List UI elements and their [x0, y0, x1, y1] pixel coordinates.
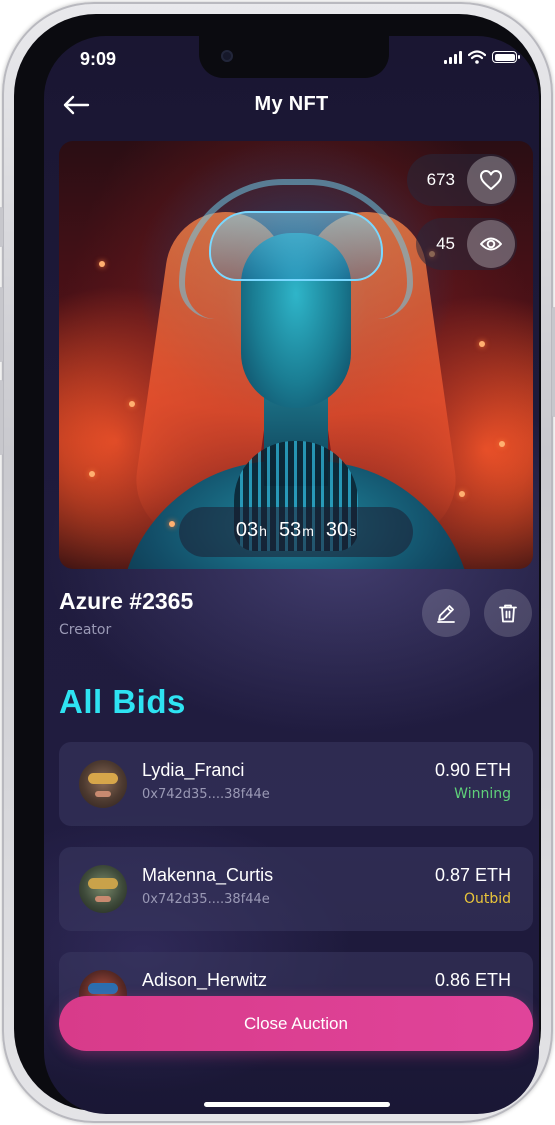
phone-bezel: 9:09 My NFT 673 45 03 h 53 m 30 s Azure … [14, 14, 541, 1114]
bidder-address: 0x742d35....38f44e [142, 892, 270, 907]
wifi-icon [468, 50, 486, 64]
eye-icon [480, 237, 502, 251]
timer-seconds: 30 s [326, 519, 356, 542]
bidder-name: Lydia_Franci [142, 760, 245, 780]
volume-up-button [0, 287, 3, 362]
timer-seconds-unit: s [349, 523, 357, 539]
notch [199, 36, 389, 78]
front-camera [221, 50, 233, 62]
bidder-avatar [79, 760, 127, 808]
nft-name: Azure #2365 [59, 588, 194, 614]
timer-minutes-value: 53 [278, 519, 302, 541]
all-bids-title: All Bids [59, 683, 186, 720]
views-pill: 45 [416, 218, 517, 270]
like-button[interactable] [467, 156, 515, 204]
volume-down-button [0, 380, 3, 455]
bidder-address: 0x742d35....38f44e [142, 787, 270, 802]
mute-switch [0, 207, 3, 247]
likes-pill: 673 [406, 154, 517, 206]
timer-hours: 03 h [236, 519, 267, 542]
bid-row[interactable]: Lydia_Franci 0x742d35....38f44e 0.90 ETH… [59, 742, 533, 826]
bid-amount: 0.86 ETH [434, 970, 511, 990]
delete-button[interactable] [484, 589, 532, 637]
likes-count: 673 [426, 170, 455, 189]
battery-icon [492, 51, 520, 63]
timer-hours-unit: h [259, 523, 267, 539]
close-auction-button[interactable]: Close Auction [59, 996, 533, 1051]
auction-timer: 03 h 53 m 30 s [179, 507, 413, 557]
artwork-visor [209, 211, 383, 281]
bid-amount: 0.90 ETH [434, 760, 511, 780]
edit-pencil-icon [437, 605, 455, 623]
trash-icon [499, 604, 517, 623]
bidder-name: Makenna_Curtis [142, 865, 274, 885]
page-title: My NFT [254, 93, 329, 115]
signal-icon [444, 50, 462, 64]
status-time: 9:09 [80, 49, 117, 69]
nft-artwork[interactable]: 673 45 03 h 53 m 30 s [59, 141, 533, 569]
bid-amount: 0.87 ETH [434, 865, 511, 885]
timer-minutes: 53 m [279, 519, 314, 542]
bid-status: Outbid [463, 891, 511, 907]
timer-seconds-value: 30 [325, 519, 349, 541]
views-count: 45 [436, 234, 455, 253]
timer-minutes-unit: m [302, 523, 314, 539]
phone-frame: 9:09 My NFT 673 45 03 h 53 m 30 s Azure … [0, 2, 555, 1123]
nft-role: Creator [59, 622, 112, 638]
bid-status: Winning [454, 786, 511, 802]
home-indicator[interactable] [204, 1102, 390, 1107]
edit-button[interactable] [422, 589, 470, 637]
timer-hours-value: 03 [235, 519, 259, 541]
views-button[interactable] [467, 220, 515, 268]
status-icons [444, 50, 520, 64]
heart-icon [480, 170, 502, 190]
bidder-avatar [79, 865, 127, 913]
bid-row[interactable]: Makenna_Curtis 0x742d35....38f44e 0.87 E… [59, 847, 533, 931]
app-screen: 9:09 My NFT 673 45 03 h 53 m 30 s Azure … [44, 36, 539, 1114]
bidder-name: Adison_Herwitz [142, 970, 268, 990]
